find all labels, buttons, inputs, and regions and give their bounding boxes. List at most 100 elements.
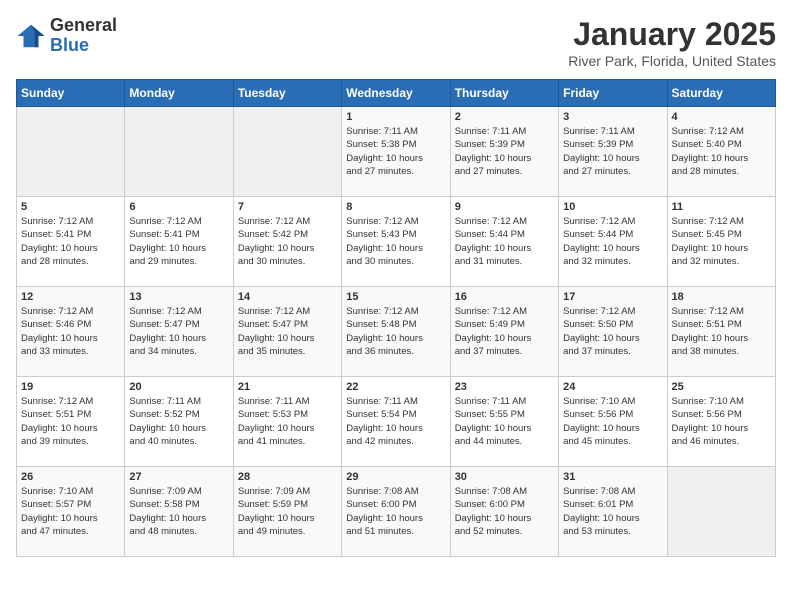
calendar-cell: 1 Sunrise: 7:11 AM Sunset: 5:38 PM Daylig… [342, 107, 450, 197]
day-number: 26 [21, 471, 120, 483]
day-info: Sunrise: 7:10 AM Sunset: 5:56 PM Dayligh… [672, 395, 771, 448]
day-info: Sunrise: 7:12 AM Sunset: 5:44 PM Dayligh… [563, 215, 662, 268]
day-number: 19 [21, 381, 120, 393]
day-info: Sunrise: 7:09 AM Sunset: 5:59 PM Dayligh… [238, 485, 337, 538]
day-info: Sunrise: 7:12 AM Sunset: 5:43 PM Dayligh… [346, 215, 445, 268]
calendar-table: SundayMondayTuesdayWednesdayThursdayFrid… [16, 79, 776, 557]
calendar-cell: 23 Sunrise: 7:11 AM Sunset: 5:55 PM Dayli… [450, 377, 558, 467]
day-info: Sunrise: 7:11 AM Sunset: 5:39 PM Dayligh… [563, 125, 662, 178]
day-number: 10 [563, 201, 662, 213]
day-info: Sunrise: 7:12 AM Sunset: 5:44 PM Dayligh… [455, 215, 554, 268]
header-row: SundayMondayTuesdayWednesdayThursdayFrid… [17, 80, 776, 107]
day-number: 29 [346, 471, 445, 483]
day-number: 24 [563, 381, 662, 393]
calendar-cell: 5Sunrise: 7:12 AM Sunset: 5:41 PM Daylig… [17, 197, 125, 287]
day-info: Sunrise: 7:08 AM Sunset: 6:00 PM Dayligh… [346, 485, 445, 538]
day-info: Sunrise: 7:11 AM Sunset: 5:52 PM Dayligh… [129, 395, 228, 448]
calendar-cell: 20Sunrise: 7:11 AM Sunset: 5:52 PM Dayli… [125, 377, 233, 467]
header-wednesday: Wednesday [342, 80, 450, 107]
day-info: Sunrise: 7:12 AM Sunset: 5:47 PM Dayligh… [129, 305, 228, 358]
day-number: 28 [238, 471, 337, 483]
week-row-5: 26Sunrise: 7:10 AM Sunset: 5:57 PM Dayli… [17, 467, 776, 557]
day-info: Sunrise: 7:12 AM Sunset: 5:46 PM Dayligh… [21, 305, 120, 358]
week-row-4: 19 Sunrise: 7:12 AM Sunset: 5:51 PM Dayli… [17, 377, 776, 467]
calendar-cell [233, 107, 341, 197]
day-number: 16 [455, 291, 554, 303]
title-block: January 2025 River Park, Florida, United… [568, 16, 776, 69]
day-info: Sunrise: 7:11 AM Sunset: 5:39 PM Dayligh… [455, 125, 554, 178]
calendar-cell [125, 107, 233, 197]
calendar-cell: 14 Sunrise: 7:12 AM Sunset: 5:47 PM Dayli… [233, 287, 341, 377]
day-number: 17 [563, 291, 662, 303]
calendar-header: SundayMondayTuesdayWednesdayThursdayFrid… [17, 80, 776, 107]
day-number: 11 [672, 201, 771, 213]
day-info: Sunrise: 7:12 AM Sunset: 5:45 PM Dayligh… [672, 215, 771, 268]
day-number: 13 [129, 291, 228, 303]
calendar-cell: 28 Sunrise: 7:09 AM Sunset: 5:59 PM Dayli… [233, 467, 341, 557]
calendar-cell [17, 107, 125, 197]
day-info: Sunrise: 7:09 AM Sunset: 5:58 PM Dayligh… [129, 485, 228, 538]
calendar-body: 1 Sunrise: 7:11 AM Sunset: 5:38 PM Daylig… [17, 107, 776, 557]
day-number: 22 [346, 381, 445, 393]
day-info: Sunrise: 7:11 AM Sunset: 5:54 PM Dayligh… [346, 395, 445, 448]
day-info: Sunrise: 7:12 AM Sunset: 5:51 PM Dayligh… [672, 305, 771, 358]
logo-text: General Blue [50, 16, 117, 56]
header-monday: Monday [125, 80, 233, 107]
day-number: 7 [238, 201, 337, 213]
day-info: Sunrise: 7:12 AM Sunset: 5:51 PM Dayligh… [21, 395, 120, 448]
day-info: Sunrise: 7:12 AM Sunset: 5:40 PM Dayligh… [672, 125, 771, 178]
calendar-cell: 25 Sunrise: 7:10 AM Sunset: 5:56 PM Dayli… [667, 377, 775, 467]
calendar-cell: 26Sunrise: 7:10 AM Sunset: 5:57 PM Dayli… [17, 467, 125, 557]
calendar-cell: 11 Sunrise: 7:12 AM Sunset: 5:45 PM Dayli… [667, 197, 775, 287]
day-number: 3 [563, 111, 662, 123]
header-tuesday: Tuesday [233, 80, 341, 107]
header-sunday: Sunday [17, 80, 125, 107]
day-info: Sunrise: 7:11 AM Sunset: 5:38 PM Dayligh… [346, 125, 445, 178]
week-row-1: 1 Sunrise: 7:11 AM Sunset: 5:38 PM Daylig… [17, 107, 776, 197]
day-number: 5 [21, 201, 120, 213]
day-number: 21 [238, 381, 337, 393]
week-row-3: 12 Sunrise: 7:12 AM Sunset: 5:46 PM Dayli… [17, 287, 776, 377]
calendar-cell: 16 Sunrise: 7:12 AM Sunset: 5:49 PM Dayli… [450, 287, 558, 377]
calendar-cell: 17 Sunrise: 7:12 AM Sunset: 5:50 PM Dayli… [559, 287, 667, 377]
day-number: 1 [346, 111, 445, 123]
day-number: 27 [129, 471, 228, 483]
header-thursday: Thursday [450, 80, 558, 107]
day-info: Sunrise: 7:12 AM Sunset: 5:41 PM Dayligh… [129, 215, 228, 268]
day-info: Sunrise: 7:12 AM Sunset: 5:48 PM Dayligh… [346, 305, 445, 358]
day-info: Sunrise: 7:12 AM Sunset: 5:49 PM Dayligh… [455, 305, 554, 358]
day-number: 12 [21, 291, 120, 303]
calendar-cell: 6 Sunrise: 7:12 AM Sunset: 5:41 PM Daylig… [125, 197, 233, 287]
calendar-cell: 9 Sunrise: 7:12 AM Sunset: 5:44 PM Daylig… [450, 197, 558, 287]
calendar-cell: 3 Sunrise: 7:11 AM Sunset: 5:39 PM Daylig… [559, 107, 667, 197]
day-info: Sunrise: 7:12 AM Sunset: 5:42 PM Dayligh… [238, 215, 337, 268]
calendar-cell: 31Sunrise: 7:08 AM Sunset: 6:01 PM Dayli… [559, 467, 667, 557]
calendar-cell: 10 Sunrise: 7:12 AM Sunset: 5:44 PM Dayli… [559, 197, 667, 287]
day-info: Sunrise: 7:12 AM Sunset: 5:47 PM Dayligh… [238, 305, 337, 358]
week-row-2: 5 Sunrise: 7:12 AM Sunset: 5:41 PM Daylig… [17, 197, 776, 287]
page-header: General Blue January 2025 River Park, Fl… [16, 16, 776, 69]
day-number: 23 [455, 381, 554, 393]
day-number: 14 [238, 291, 337, 303]
calendar-cell: 29 Sunrise: 7:08 AM Sunset: 6:00 PM Dayli… [342, 467, 450, 557]
page-subtitle: River Park, Florida, United States [568, 53, 776, 69]
calendar-cell [667, 467, 775, 557]
day-info: Sunrise: 7:08 AM Sunset: 6:00 PM Dayligh… [455, 485, 554, 538]
calendar-cell: 7 Sunrise: 7:12 AM Sunset: 5:42 PM Daylig… [233, 197, 341, 287]
day-number: 18 [672, 291, 771, 303]
day-number: 2 [455, 111, 554, 123]
day-number: 4 [672, 111, 771, 123]
day-number: 30 [455, 471, 554, 483]
day-number: 6 [129, 201, 228, 213]
day-info: Sunrise: 7:11 AM Sunset: 5:55 PM Dayligh… [455, 395, 554, 448]
calendar-cell: 15Sunrise: 7:12 AM Sunset: 5:48 PM Dayli… [342, 287, 450, 377]
day-number: 9 [455, 201, 554, 213]
header-friday: Friday [559, 80, 667, 107]
day-info: Sunrise: 7:12 AM Sunset: 5:50 PM Dayligh… [563, 305, 662, 358]
calendar-cell: 24Sunrise: 7:10 AM Sunset: 5:56 PM Dayli… [559, 377, 667, 467]
logo-icon [16, 21, 46, 51]
calendar-cell: 12 Sunrise: 7:12 AM Sunset: 5:46 PM Dayli… [17, 287, 125, 377]
day-number: 25 [672, 381, 771, 393]
day-info: Sunrise: 7:08 AM Sunset: 6:01 PM Dayligh… [563, 485, 662, 538]
day-info: Sunrise: 7:11 AM Sunset: 5:53 PM Dayligh… [238, 395, 337, 448]
